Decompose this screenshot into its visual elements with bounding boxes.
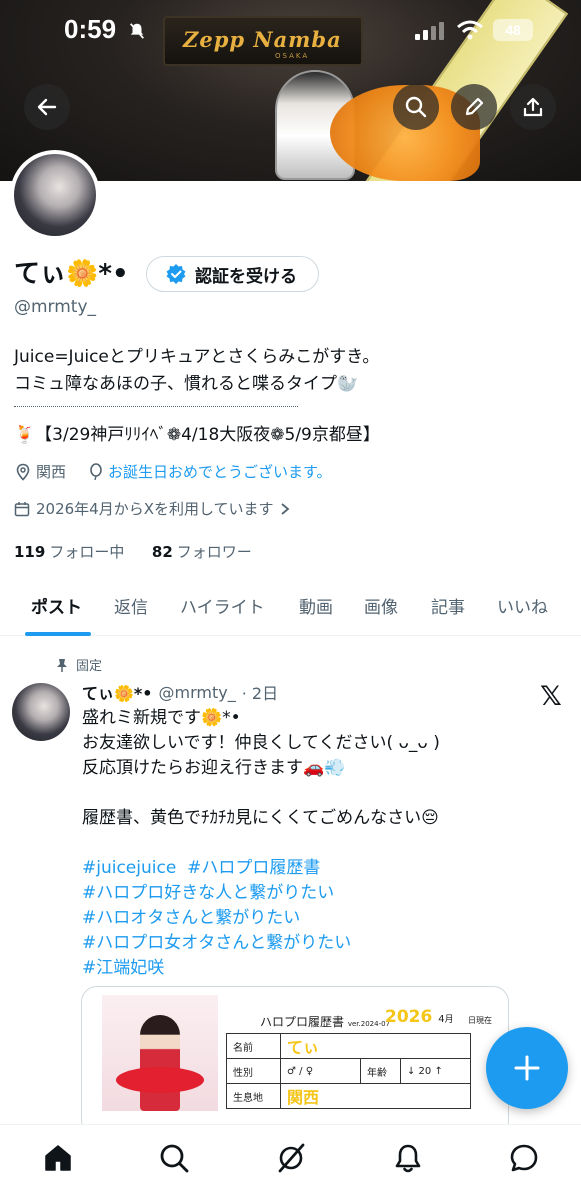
verified-badge-icon <box>166 264 186 284</box>
post-text: 盛れミ新規です🌼*• お友達欲しいです！仲良くしてください( ᴗ_ᴗ ) 反応頂けた… <box>82 706 440 981</box>
tab-posts[interactable]: ポスト <box>31 593 82 618</box>
chevron-right-icon <box>280 502 289 515</box>
avatar-image <box>14 154 96 236</box>
sheet-title: ハロプロ履歴書 ver.2024-07 <box>260 1015 391 1029</box>
back-button[interactable] <box>24 84 70 130</box>
hashtag-line[interactable]: #ハロプロ女オタさんと繋がりたい <box>82 931 440 956</box>
bio-line: コミュ障なあほの子、慣れると喋るタイプ🦭 <box>14 374 359 394</box>
search-icon <box>160 1144 189 1173</box>
search-icon <box>405 96 427 118</box>
active-tab-indicator <box>25 632 91 636</box>
tab-replies[interactable]: 返信 <box>114 593 148 618</box>
post-line: お友達欲しいです！仲良くしてください( ᴗ_ᴗ ) <box>82 733 440 753</box>
card-photo <box>102 995 218 1111</box>
calendar-icon <box>14 501 30 516</box>
status-bar: 0:59 48 <box>0 0 581 60</box>
signal-icon <box>415 22 444 40</box>
pin-icon <box>57 658 67 672</box>
post-line: 反応頂けたらお迎え行きます🚗💨 <box>82 758 346 778</box>
followers-link[interactable]: 82 フォロワー <box>152 543 252 561</box>
post-line <box>82 831 440 856</box>
display-name: てぃ🌼*• <box>14 259 129 289</box>
bio-dotted-divider <box>14 406 298 407</box>
plus-icon <box>514 1055 540 1081</box>
post-header: てぃ🌼*• @mrmty_ · 2日 <box>82 680 278 704</box>
location-text: 関西 <box>36 463 67 481</box>
following-link[interactable]: 119 フォロー中 <box>14 543 124 561</box>
status-time: 0:59 <box>64 14 117 44</box>
sheet-table: 名前 てぃ 性別 ♂ / ♀ 年齢 ↓ 20 ↑ 生息地 関西 <box>226 1033 471 1109</box>
tab-videos[interactable]: 動画 <box>299 593 333 618</box>
post-author-name[interactable]: てぃ🌼*• <box>82 680 153 704</box>
edit-pencil-icon <box>465 97 484 116</box>
tab-highlights[interactable]: ハイライト <box>180 593 265 618</box>
post-image-card[interactable]: ハロプロ履歴書 ver.2024-07 2026 4月 日現在 名前 てぃ 性別… <box>81 986 509 1136</box>
post-time: · 2日 <box>241 684 279 703</box>
tab-likes[interactable]: いいね <box>497 593 548 618</box>
profile-meta: 関西 お誕生日おめでとうございます。 <box>14 461 332 482</box>
joined-date[interactable]: 2026年4月からXを利用しています <box>14 498 290 519</box>
hashtag-line[interactable]: #ハロオタさんと繋がりたい <box>82 906 440 931</box>
birthday-link[interactable]: お誕生日おめでとうございます。 <box>108 461 332 482</box>
photo-ribbon <box>116 1067 204 1093</box>
sheet-date: 日現在 <box>468 1016 492 1025</box>
messages-icon <box>510 1144 538 1172</box>
pinned-label: 固定 <box>56 655 102 674</box>
profile-tabs: ポスト 返信 ハイライト 動画 画像 記事 いいね <box>0 578 581 636</box>
get-verified-button[interactable]: 認証を受ける <box>146 256 319 292</box>
battery-indicator: 48 <box>493 19 533 41</box>
hashtag-line[interactable]: #江端妃咲 <box>82 956 440 981</box>
x-logo-icon: 𝕏 <box>540 681 562 712</box>
post-line: 盛れミ新規です🌼*• <box>82 708 241 728</box>
back-arrow-icon <box>37 98 57 116</box>
grok-icon <box>278 1143 305 1173</box>
tab-images[interactable]: 画像 <box>364 593 398 618</box>
profile-avatar[interactable] <box>10 150 100 240</box>
compose-post-button[interactable] <box>486 1027 568 1109</box>
profile-handle: @mrmty_ <box>14 297 97 317</box>
hashtag-line[interactable]: #ハロプロ好きな人と繋がりたい <box>82 881 440 906</box>
hashtag-line[interactable]: #juicejuice #ハロプロ履歴書 <box>82 856 440 881</box>
get-verified-label: 認証を受ける <box>195 266 297 287</box>
wifi-icon <box>457 20 483 40</box>
nav-messages[interactable] <box>507 1141 541 1175</box>
share-button[interactable] <box>510 84 556 130</box>
nav-grok[interactable] <box>274 1141 308 1175</box>
share-icon <box>523 97 543 117</box>
profile-bio: Juice=Juiceとプリキュアとさくらみこがすき。 コミュ障なあほの子、慣れ… <box>14 344 380 445</box>
notifications-bell-icon <box>395 1144 421 1173</box>
post-line: 履歴書、黄色でﾁｶﾁｶ見にくくてごめんなさい😔 <box>82 808 439 828</box>
nav-search[interactable] <box>157 1141 191 1175</box>
bottom-navigation <box>0 1124 581 1199</box>
nav-notifications[interactable] <box>391 1141 425 1175</box>
nav-home[interactable] <box>41 1141 75 1175</box>
post-line <box>82 781 440 806</box>
edit-profile-button[interactable] <box>451 84 497 130</box>
search-profile-button[interactable] <box>393 84 439 130</box>
location-pin-icon <box>16 463 30 481</box>
silent-bell-icon <box>130 23 144 39</box>
photo-figure <box>140 1015 180 1111</box>
sheet-year: 2026 4月 <box>385 1007 454 1027</box>
follow-stats: 119 フォロー中 82 フォロワー <box>14 541 252 562</box>
post-author-handle[interactable]: @mrmty_ <box>159 683 236 702</box>
bio-line: Juice=Juiceとプリキュアとさくらみこがすき。 <box>14 347 380 367</box>
bio-line: 🍹【3/29神戸ﾘﾘｲﾍﾞ❁4/18大阪夜❁5/9京都昼】 <box>14 425 380 445</box>
joined-text: 2026年4月からXを利用しています <box>36 500 274 518</box>
home-icon <box>45 1145 71 1171</box>
post-avatar[interactable] <box>12 683 70 741</box>
tab-articles[interactable]: 記事 <box>431 593 465 618</box>
balloon-icon <box>90 462 102 480</box>
